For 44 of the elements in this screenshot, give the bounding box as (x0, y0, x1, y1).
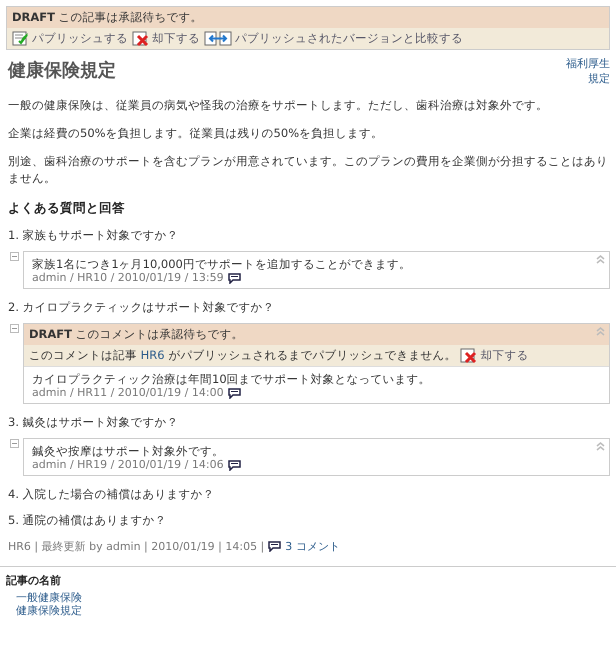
comments-link[interactable]: 3 コメント (285, 539, 340, 554)
compare-button[interactable]: パブリッシュされたバージョンと比較する (204, 31, 463, 46)
comment-icon[interactable] (228, 272, 241, 284)
related-heading: 記事の名前 (6, 573, 62, 588)
question: 3. 鍼灸はサポート対象ですか？ (8, 415, 180, 430)
article-meta: HR6 | 最終更新 by admin | 2010/01/19 | 14:05 | (8, 539, 264, 554)
draft-message: DRAFT この記事は承認待ちです。 (12, 10, 203, 24)
question: 4. 入院した場合の補償はありますか？ (8, 487, 216, 502)
scroll-up-icon[interactable] (596, 255, 605, 264)
reject-button[interactable]: 却下する (460, 348, 528, 363)
comment-text: カイロプラクティック治療は年間10回までサポート対象となっています。 (32, 372, 432, 386)
comment-meta: admin / HR11 / 2010/01/19 / 14:00 (32, 386, 224, 400)
question: 2. カイロプラクティックはサポート対象ですか？ (8, 300, 276, 315)
scroll-up-icon[interactable] (596, 442, 605, 451)
paragraph: 一般の健康保険は、従業員の病気や怪我の治療をサポートします。ただし、歯科治療は対象外です。 (8, 97, 549, 114)
article-link[interactable]: HR6 (140, 348, 165, 362)
compare-icon (204, 31, 232, 46)
comment-icon[interactable] (228, 460, 241, 470)
comment-meta: admin / HR19 / 2010/01/19 / 14:06 (32, 458, 224, 472)
reject-icon (132, 31, 149, 46)
comment-text: 家族1名につき1ヶ月10,000円でサポートを追加することができます。 (32, 257, 412, 271)
comment-meta: admin / HR10 / 2010/01/19 / 13:59 (32, 271, 224, 285)
comment-icon[interactable] (228, 388, 241, 398)
draft-note: このコメントは記事 HR6 がパブリッシュされるまでパブリッシュできません。 (29, 348, 456, 363)
comment-icon[interactable] (268, 541, 282, 552)
paragraph: 別途、歯科治療のサポートを含むプランが用意されています。このプランの費用を企業側が分担することはありません。 (8, 153, 609, 187)
draft-message: DRAFT このコメントは承認待ちです。 (29, 327, 244, 341)
paragraph: 企業は経費の50%を負担します。従業員は残りの50%を負担します。 (8, 125, 384, 142)
article-title: 健康保険規定 (8, 59, 116, 83)
tag-link[interactable]: 福利厚生 (566, 56, 610, 71)
note-icon (12, 31, 29, 46)
article-link[interactable]: 健康保険規定 (6, 604, 610, 617)
collapse-icon[interactable] (10, 439, 19, 448)
comment-text: 鍼灸や按摩はサポート対象外です。 (32, 444, 225, 458)
question: 5. 通院の補償はありますか？ (8, 513, 168, 528)
article-link[interactable]: 一般健康保険 (6, 591, 610, 604)
tag-link[interactable]: 規定 (588, 71, 610, 86)
publish-button[interactable]: パブリッシュする (12, 31, 128, 46)
reject-icon (460, 348, 478, 363)
collapse-icon[interactable] (10, 324, 19, 333)
section-heading: よくある質問と回答 (8, 200, 126, 217)
reject-button[interactable]: 却下する (132, 31, 200, 46)
collapse-icon[interactable] (10, 252, 19, 261)
question: 1. 家族もサポート対象ですか？ (8, 228, 180, 243)
